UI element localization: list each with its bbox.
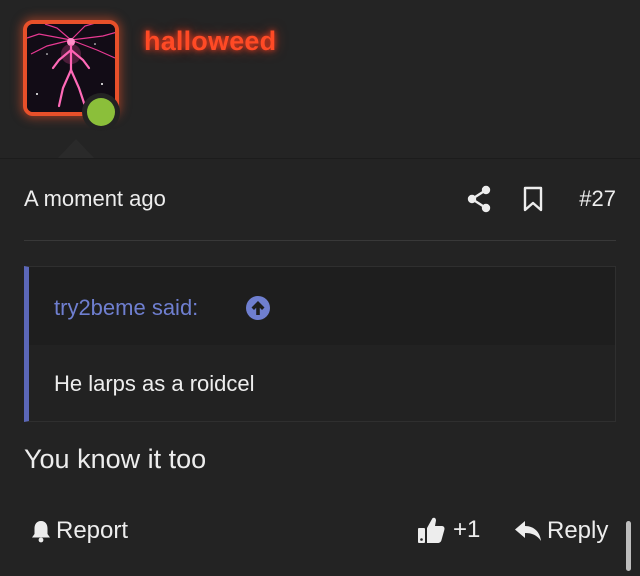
online-status-dot: [87, 98, 115, 126]
post-timestamp[interactable]: A moment ago: [24, 186, 166, 212]
report-label: Report: [56, 517, 129, 544]
header-pointer: [57, 139, 95, 159]
username-link[interactable]: halloweed: [144, 26, 276, 57]
online-status-indicator: [82, 93, 120, 131]
thumbs-up-icon: [418, 517, 445, 543]
post-meta: A moment ago #27: [24, 180, 616, 220]
share-icon[interactable]: [466, 184, 492, 214]
post-number-link[interactable]: #27: [579, 186, 616, 212]
like-button[interactable]: +1: [417, 514, 480, 546]
bell-icon: [32, 521, 50, 543]
reply-label: Reply: [547, 517, 609, 544]
quote-block: try2beme said: He larps as a roidcel: [24, 266, 616, 422]
user-header: halloweed: [0, 0, 640, 159]
scrollbar-thumb[interactable]: [626, 521, 631, 571]
meta-divider: [24, 240, 616, 241]
arrow-up-circle-icon[interactable]: [245, 295, 271, 321]
report-button[interactable]: Report: [30, 516, 128, 546]
post-page: halloweed A moment ago #27 try2beme said…: [0, 0, 640, 576]
like-count: +1: [453, 516, 481, 543]
quote-body: He larps as a roidcel: [54, 371, 255, 396]
quote-header[interactable]: try2beme said:: [29, 267, 615, 345]
reply-button[interactable]: Reply: [514, 516, 608, 546]
quote-author[interactable]: try2beme said:: [54, 295, 198, 321]
post-message: You know it too: [24, 444, 207, 474]
reply-arrow-icon: [515, 521, 541, 541]
bookmark-icon[interactable]: [522, 186, 544, 212]
header-divider: [0, 158, 640, 159]
